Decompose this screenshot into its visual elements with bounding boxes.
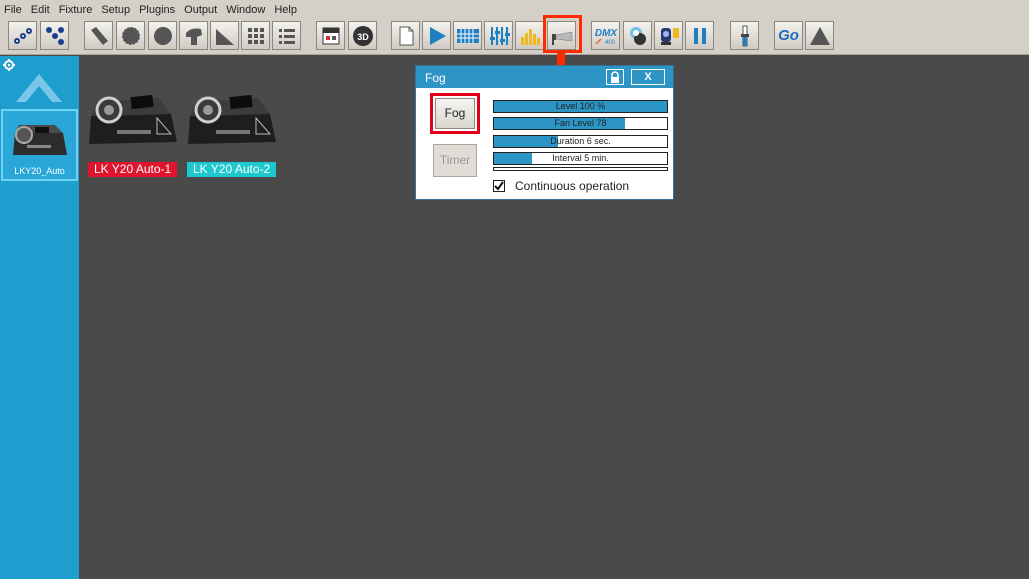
fog-dialog-title: Fog — [425, 71, 446, 85]
continuous-operation-option[interactable]: Continuous operation — [493, 179, 629, 193]
chevron-up-icon[interactable] — [14, 64, 64, 104]
group-fixtures-icon[interactable] — [8, 21, 37, 50]
fixture-label-2: LK Y20 Auto-2 — [187, 162, 277, 177]
sidebar: LKY20_Auto — [0, 56, 79, 579]
stage-view-icon[interactable] — [316, 21, 345, 50]
fog-machine-image-icon — [188, 94, 276, 144]
grid-icon[interactable] — [241, 21, 270, 50]
toolbar: 3D DMX 400 Go — [0, 19, 1029, 55]
fog-dialog-titlebar[interactable]: Fog X — [416, 66, 673, 88]
faders-icon[interactable] — [484, 21, 513, 50]
menu-file[interactable]: File — [4, 4, 22, 16]
blackout-icon[interactable] — [805, 21, 834, 50]
fog-dialog: Fog X Fog Timer Level 100 % Fan Level 78… — [415, 65, 674, 200]
new-page-icon[interactable] — [391, 21, 420, 50]
fog-machine-icon[interactable] — [547, 21, 576, 50]
close-button[interactable]: X — [631, 69, 665, 85]
menu-edit[interactable]: Edit — [31, 4, 50, 16]
circle-icon[interactable] — [116, 21, 145, 50]
fog-button-highlight: Fog — [430, 93, 480, 134]
fog-machine-thumbnail-icon — [13, 125, 67, 155]
fog-machine-image-icon — [89, 94, 177, 144]
matrix-icon[interactable] — [453, 21, 482, 50]
fixture-tile-2[interactable]: LK Y20 Auto-2 — [186, 88, 278, 178]
fan-icon[interactable] — [210, 21, 239, 50]
dmx-sub-label: 400 — [604, 40, 615, 46]
master-fader-icon[interactable] — [730, 21, 759, 50]
fixture-tile-1[interactable]: LK Y20 Auto-1 — [87, 88, 179, 178]
fog-button[interactable]: Fog — [435, 98, 475, 129]
dmx-input-icon[interactable]: DMX 400 — [591, 21, 620, 50]
interval-slider-label: Interval 5 min. — [552, 153, 609, 163]
dmx-label: DMX — [594, 28, 618, 39]
empty-slider[interactable] — [493, 167, 668, 171]
fixture-label-1: LK Y20 Auto-1 — [88, 162, 178, 177]
duration-slider-label: Duration 6 sec. — [550, 136, 611, 146]
circle-rotate-icon[interactable] — [148, 21, 177, 50]
menu-help[interactable]: Help — [274, 4, 297, 16]
pan-tilt-icon[interactable] — [179, 21, 208, 50]
moving-head-icon[interactable] — [654, 21, 683, 50]
timer-button[interactable]: Timer — [433, 144, 477, 177]
play-icon[interactable] — [422, 21, 451, 50]
menu-setup[interactable]: Setup — [101, 4, 130, 16]
level-slider-label: Level 100 % — [555, 101, 606, 111]
duration-slider[interactable]: Duration 6 sec. — [493, 135, 668, 148]
fan-level-slider-label: Fan Level 78 — [554, 118, 607, 128]
menu-plugins[interactable]: Plugins — [139, 4, 175, 16]
audio-level-icon[interactable] — [515, 21, 544, 50]
pause-icon[interactable] — [685, 21, 714, 50]
beam-icon[interactable] — [84, 21, 113, 50]
color-wheel-icon[interactable] — [623, 21, 652, 50]
list-icon[interactable] — [272, 21, 301, 50]
3d-view-icon[interactable]: 3D — [348, 21, 377, 50]
menu-fixture[interactable]: Fixture — [59, 4, 93, 16]
group-label: LKY20_Auto — [14, 166, 65, 176]
lock-icon[interactable] — [606, 69, 624, 85]
fan-level-slider[interactable]: Fan Level 78 — [493, 117, 668, 130]
menu-window[interactable]: Window — [226, 4, 265, 16]
level-slider[interactable]: Level 100 % — [493, 100, 668, 113]
ungroup-fixtures-icon[interactable] — [40, 21, 69, 50]
fixture-group-tile[interactable]: LKY20_Auto — [1, 109, 78, 181]
menu-output[interactable]: Output — [184, 4, 217, 16]
continuous-operation-label: Continuous operation — [515, 179, 630, 193]
checkmark-icon — [494, 181, 504, 191]
menu-bar: File Edit Fixture Setup Plugins Output W… — [0, 0, 1029, 19]
continuous-operation-checkbox[interactable] — [493, 180, 505, 192]
3d-label: 3D — [357, 32, 369, 42]
interval-slider[interactable]: Interval 5 min. — [493, 152, 668, 165]
go-button[interactable]: Go — [774, 21, 803, 50]
